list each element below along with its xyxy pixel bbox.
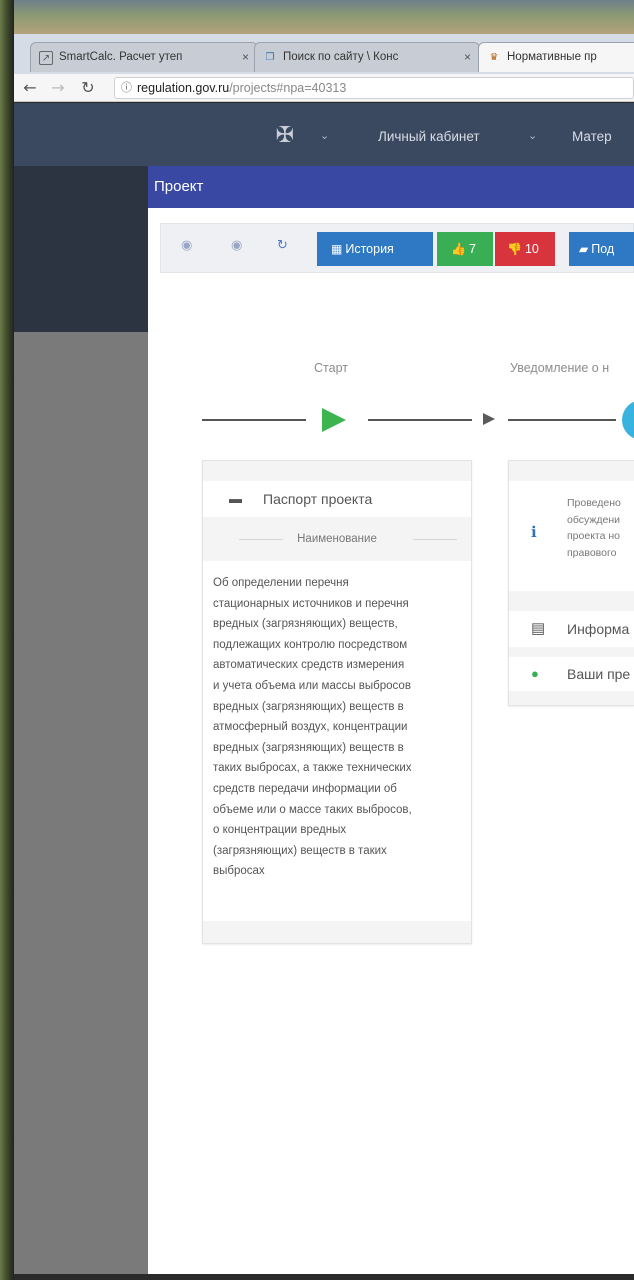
text-line: стационарных источников и перечня (213, 597, 409, 610)
history-label: История (345, 242, 394, 256)
play-icon[interactable] (322, 408, 346, 432)
note-line: правового (567, 546, 617, 559)
like-count: 7 (468, 242, 476, 256)
sidebar-dark-panel (14, 166, 148, 332)
text-line: объеме или о массе таких выбросов, (213, 803, 412, 816)
nav-materials[interactable]: Матер (572, 129, 612, 144)
stage-connector (368, 419, 472, 421)
text-line: и учета объема или массы выбросов (213, 679, 411, 692)
comment-icon: ● (531, 666, 539, 681)
subscribe-icon: ▰ (579, 242, 589, 256)
browser-tabbar: ↗ SmartCalc. Расчет утеп × ❐ Поиск по са… (14, 34, 634, 74)
circle-icon[interactable]: ◉ (181, 238, 192, 253)
stage-label-start: Старт (314, 361, 348, 375)
text-line: вредных (загрязняющих) веществ в (213, 741, 404, 754)
browser-tab-consultant[interactable]: ❐ Поиск по сайту \ Конс × (254, 42, 480, 72)
thumbs-up-icon: 👍 (451, 242, 466, 256)
stage-connector (202, 419, 306, 421)
arrow-right-icon (483, 413, 495, 425)
chevron-down-icon[interactable]: ⌄ (528, 129, 537, 142)
text-line: автоматических средств измерения (213, 659, 405, 672)
bottom-edge (14, 1274, 634, 1280)
passport-card: ▬ Паспорт проекта Наименование Об опреде… (202, 460, 472, 944)
url-path: /projects#npa=40313 (229, 81, 347, 95)
your-proposals-label: Ваши пре (567, 666, 631, 682)
text-line: средств передачи информации об (213, 782, 397, 795)
circle-icon[interactable]: ◉ (231, 238, 242, 253)
like-button[interactable]: 👍 7 (437, 232, 493, 266)
stage-info-link[interactable]: ▤ Информа (509, 611, 634, 647)
passport-title[interactable]: ▬ Паспорт проекта (203, 481, 471, 517)
subscribe-label: Под (591, 242, 615, 256)
passport-subtitle: Наименование (203, 519, 471, 559)
calendar-icon: ▦ (331, 242, 343, 256)
info-icon: ⓘ (121, 82, 132, 94)
stage-note-text: Проведено обсуждени проекта но правового (509, 481, 634, 561)
project-title-bar: Проект (148, 166, 634, 208)
forward-icon[interactable]: → (48, 78, 68, 97)
dislike-count: 10 (524, 242, 539, 256)
current-stage-icon[interactable] (622, 400, 634, 440)
consultant-icon: ❐ (265, 52, 275, 63)
url-host: regulation.gov.ru (137, 81, 230, 95)
back-icon[interactable]: ← (20, 78, 40, 97)
browser-tab-smartcalc[interactable]: ↗ SmartCalc. Расчет утеп × (30, 42, 258, 72)
stage-card: ℹ Проведено обсуждени проекта но правово… (508, 460, 634, 706)
text-line: Об определении перечня (213, 577, 349, 589)
smartcalc-icon: ↗ (39, 51, 53, 65)
history-button[interactable]: ▦ История (317, 232, 433, 266)
sidebar-gray-panel (14, 332, 148, 1280)
note-line: Проведено (567, 497, 621, 509)
monitor-bezel-left (0, 0, 14, 1280)
text-line: выбросах (213, 865, 265, 878)
coat-of-arms-icon[interactable]: ✠ (270, 121, 300, 151)
briefcase-icon: ▬ (229, 491, 242, 506)
dislike-button[interactable]: 👎 10 (495, 232, 555, 266)
tab-label: Поиск по сайту \ Конс (283, 51, 399, 63)
text-line: подлежащих контролю посредством (213, 638, 408, 651)
monitor-bezel-photo (0, 0, 634, 34)
divider (239, 539, 283, 540)
close-icon[interactable]: × (464, 50, 471, 64)
text-line: таких выбросах, а также технических (213, 762, 412, 775)
text-line: (загрязняющих) веществ в таких (213, 844, 387, 857)
text-line: атмосферный воздух, концентрации (213, 721, 408, 734)
your-proposals-link[interactable]: ● Ваши пре (509, 657, 634, 691)
tab-label: SmartCalc. Расчет утеп (59, 51, 183, 63)
passport-subtitle-label: Наименование (297, 533, 377, 545)
refresh-icon[interactable]: ↻ (277, 238, 288, 253)
gov-icon: ♛ (489, 52, 499, 63)
page-title: Проект (154, 178, 204, 195)
info-icon: ℹ (531, 524, 537, 541)
stage-info-label: Информа (567, 621, 630, 637)
text-line: вредных (загрязняющих) веществ, (213, 618, 398, 631)
stage-label-notice: Уведомление о н (510, 361, 610, 375)
passport-title-label: Паспорт проекта (263, 491, 373, 507)
url-input[interactable]: ⓘ regulation.gov.ru/projects#npa=40313 (114, 77, 634, 99)
project-name-text: Об определении перечня стационарных исто… (203, 561, 471, 921)
subscribe-button[interactable]: ▰ Под (569, 232, 634, 266)
document-icon: ▤ (531, 620, 546, 637)
tab-label: Нормативные пр (507, 51, 597, 63)
project-toolbar: ◉ ◉ ↻ ▦ История 👍 7 👎 10 ▰ Под (160, 223, 634, 273)
site-header: ✠ ⌄ Личный кабинет ⌄ Матер (14, 103, 634, 166)
reload-icon[interactable]: ↻ (78, 78, 98, 97)
note-line: проекта но (567, 530, 621, 542)
stage-connector (508, 419, 616, 421)
nav-personal-account[interactable]: Личный кабинет (378, 129, 480, 144)
text-line: о концентрации вредных (213, 824, 347, 837)
close-icon[interactable]: × (242, 50, 249, 64)
address-bar: ← → ↻ ⓘ regulation.gov.ru/projects#npa=4… (14, 74, 634, 102)
chevron-down-icon[interactable]: ⌄ (320, 129, 329, 142)
main-content: Проект ◉ ◉ ↻ ▦ История 👍 7 👎 10 ▰ Под Старт … (148, 166, 634, 1274)
note-line: обсуждени (567, 513, 621, 526)
thumbs-down-icon: 👎 (507, 242, 522, 256)
browser-tab-regulation[interactable]: ♛ Нормативные пр (478, 42, 634, 72)
stage-note: ℹ Проведено обсуждени проекта но правово… (509, 481, 634, 591)
divider (413, 539, 457, 540)
text-line: вредных (загрязняющих) веществ в (213, 700, 404, 713)
